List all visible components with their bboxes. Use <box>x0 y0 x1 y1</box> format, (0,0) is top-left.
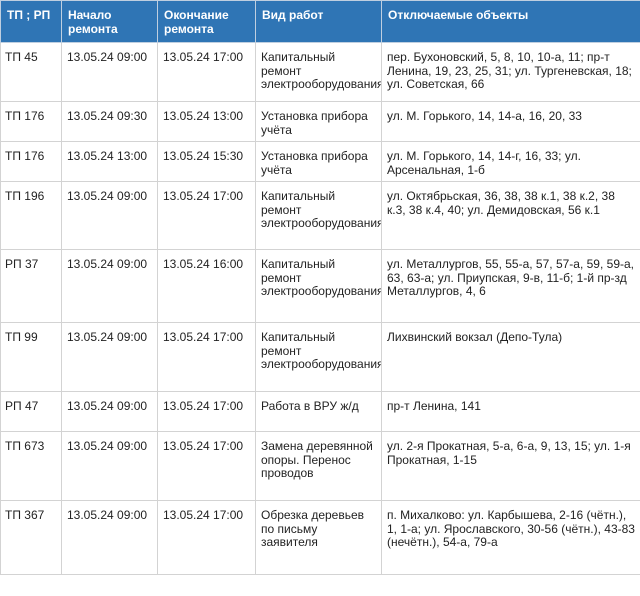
cell-start-time: 13.05.24 09:00 <box>61 500 158 575</box>
header-work-type: Вид работ <box>255 0 382 43</box>
cell-affected-objects: ул. Металлургов, 55, 55-а, 57, 57-а, 59,… <box>381 249 640 323</box>
table-row: ТП 673 13.05.24 09:00 13.05.24 17:00 Зам… <box>0 431 640 501</box>
table-row: РП 37 13.05.24 09:00 13.05.24 16:00 Капи… <box>0 249 640 323</box>
cell-affected-objects: ул. М. Горького, 14, 14-г, 16, 33; ул. А… <box>381 141 640 182</box>
cell-work-type: Капитальный ремонт электрооборудования <box>255 42 382 102</box>
cell-affected-objects: ул. 2-я Прокатная, 5-а, 6-а, 9, 13, 15; … <box>381 431 640 501</box>
cell-end-time: 13.05.24 15:30 <box>157 141 256 182</box>
cell-substation: ТП 673 <box>0 431 62 501</box>
header-affected-objects: Отключаемые объекты <box>381 0 640 43</box>
cell-end-time: 13.05.24 17:00 <box>157 431 256 501</box>
cell-start-time: 13.05.24 09:00 <box>61 181 158 250</box>
cell-affected-objects: п. Михалково: ул. Карбышева, 2-16 (чётн.… <box>381 500 640 575</box>
table-row: ТП 196 13.05.24 09:00 13.05.24 17:00 Кап… <box>0 181 640 250</box>
cell-work-type: Замена деревянной опоры. Перенос проводо… <box>255 431 382 501</box>
cell-work-type: Установка прибора учёта <box>255 101 382 142</box>
table-row: ТП 45 13.05.24 09:00 13.05.24 17:00 Капи… <box>0 42 640 102</box>
outage-schedule-table: ТП ; РП Начало ремонта Окончание ремонта… <box>0 0 640 575</box>
table-row: ТП 367 13.05.24 09:00 13.05.24 17:00 Обр… <box>0 500 640 575</box>
cell-work-type: Установка прибора учёта <box>255 141 382 182</box>
cell-affected-objects: пр-т Ленина, 141 <box>381 391 640 432</box>
header-end-time: Окончание ремонта <box>157 0 256 43</box>
cell-start-time: 13.05.24 09:00 <box>61 322 158 392</box>
cell-substation: ТП 176 <box>0 141 62 182</box>
header-start-time: Начало ремонта <box>61 0 158 43</box>
cell-work-type: Капитальный ремонт электрооборудования <box>255 249 382 323</box>
cell-end-time: 13.05.24 17:00 <box>157 391 256 432</box>
cell-start-time: 13.05.24 09:00 <box>61 249 158 323</box>
cell-substation: РП 37 <box>0 249 62 323</box>
cell-affected-objects: Лихвинский вокзал (Депо-Тула) <box>381 322 640 392</box>
cell-end-time: 13.05.24 17:00 <box>157 181 256 250</box>
cell-start-time: 13.05.24 09:30 <box>61 101 158 142</box>
cell-work-type: Работа в ВРУ ж/д <box>255 391 382 432</box>
cell-end-time: 13.05.24 17:00 <box>157 500 256 575</box>
header-substation: ТП ; РП <box>0 0 62 43</box>
cell-affected-objects: пер. Бухоновский, 5, 8, 10, 10-а, 11; пр… <box>381 42 640 102</box>
cell-affected-objects: ул. М. Горького, 14, 14-а, 16, 20, 33 <box>381 101 640 142</box>
cell-work-type: Обрезка деревьев по письму заявителя <box>255 500 382 575</box>
cell-end-time: 13.05.24 16:00 <box>157 249 256 323</box>
cell-end-time: 13.05.24 17:00 <box>157 42 256 102</box>
cell-work-type: Капитальный ремонт электрооборудования <box>255 181 382 250</box>
cell-start-time: 13.05.24 09:00 <box>61 391 158 432</box>
cell-substation: ТП 196 <box>0 181 62 250</box>
cell-substation: ТП 176 <box>0 101 62 142</box>
cell-start-time: 13.05.24 09:00 <box>61 42 158 102</box>
cell-end-time: 13.05.24 13:00 <box>157 101 256 142</box>
cell-substation: ТП 45 <box>0 42 62 102</box>
header-row: ТП ; РП Начало ремонта Окончание ремонта… <box>0 0 640 43</box>
cell-affected-objects: ул. Октябрьская, 36, 38, 38 к.1, 38 к.2,… <box>381 181 640 250</box>
table-row: РП 47 13.05.24 09:00 13.05.24 17:00 Рабо… <box>0 391 640 432</box>
table-row: ТП 176 13.05.24 13:00 13.05.24 15:30 Уст… <box>0 141 640 182</box>
cell-end-time: 13.05.24 17:00 <box>157 322 256 392</box>
table-row: ТП 99 13.05.24 09:00 13.05.24 17:00 Капи… <box>0 322 640 392</box>
cell-start-time: 13.05.24 09:00 <box>61 431 158 501</box>
cell-substation: РП 47 <box>0 391 62 432</box>
table-row: ТП 176 13.05.24 09:30 13.05.24 13:00 Уст… <box>0 101 640 142</box>
cell-substation: ТП 99 <box>0 322 62 392</box>
cell-substation: ТП 367 <box>0 500 62 575</box>
cell-work-type: Капитальный ремонт электрооборудования <box>255 322 382 392</box>
cell-start-time: 13.05.24 13:00 <box>61 141 158 182</box>
